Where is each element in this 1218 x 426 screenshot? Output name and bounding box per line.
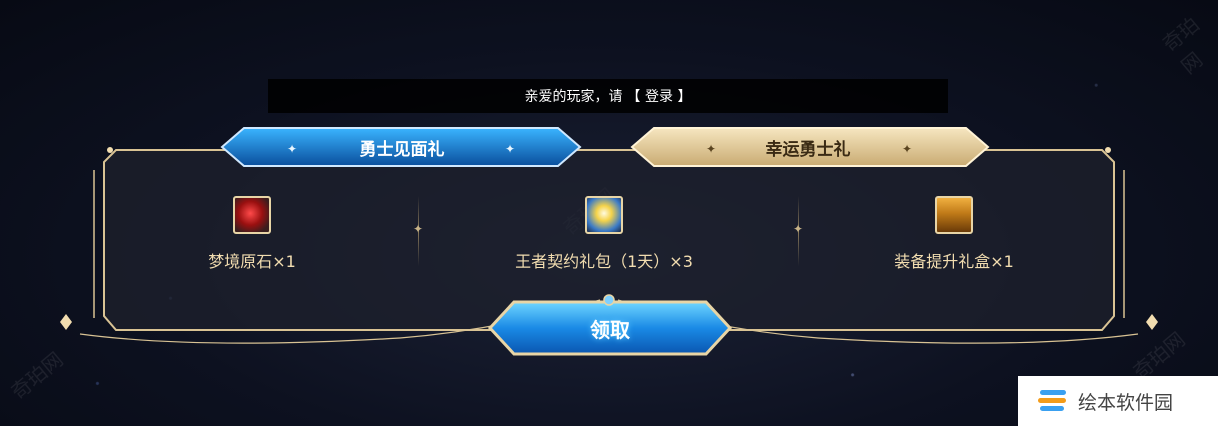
divider-star-icon: ✦ [413,222,424,236]
claim-button[interactable]: 领取 [490,300,730,356]
brand-name: 绘本软件园 [1078,391,1174,414]
brand-logo-icon [1038,386,1068,416]
reward-label: 装备提升礼盒×1 [894,252,1014,271]
tab-lucky-warrior-gift[interactable]: 幸运勇士礼 [638,128,978,166]
red-crystal-icon [233,196,271,234]
brand-badge: 绘本软件园 [1018,376,1218,426]
reward-item: 装备提升礼盒×1 [844,196,1064,272]
reward-item: 王者契约礼包（1天）×3 [494,196,714,272]
divider-star-icon: ✦ [793,222,804,236]
reward-label: 王者契约礼包（1天）×3 [515,252,693,271]
tab-warrior-welcome-gift[interactable]: 勇士见面礼 [228,128,576,166]
contract-gem-icon [585,196,623,234]
reward-label: 梦境原石×1 [208,252,296,271]
treasure-chest-icon [935,196,973,234]
reward-item: 梦境原石×1 [142,196,362,272]
